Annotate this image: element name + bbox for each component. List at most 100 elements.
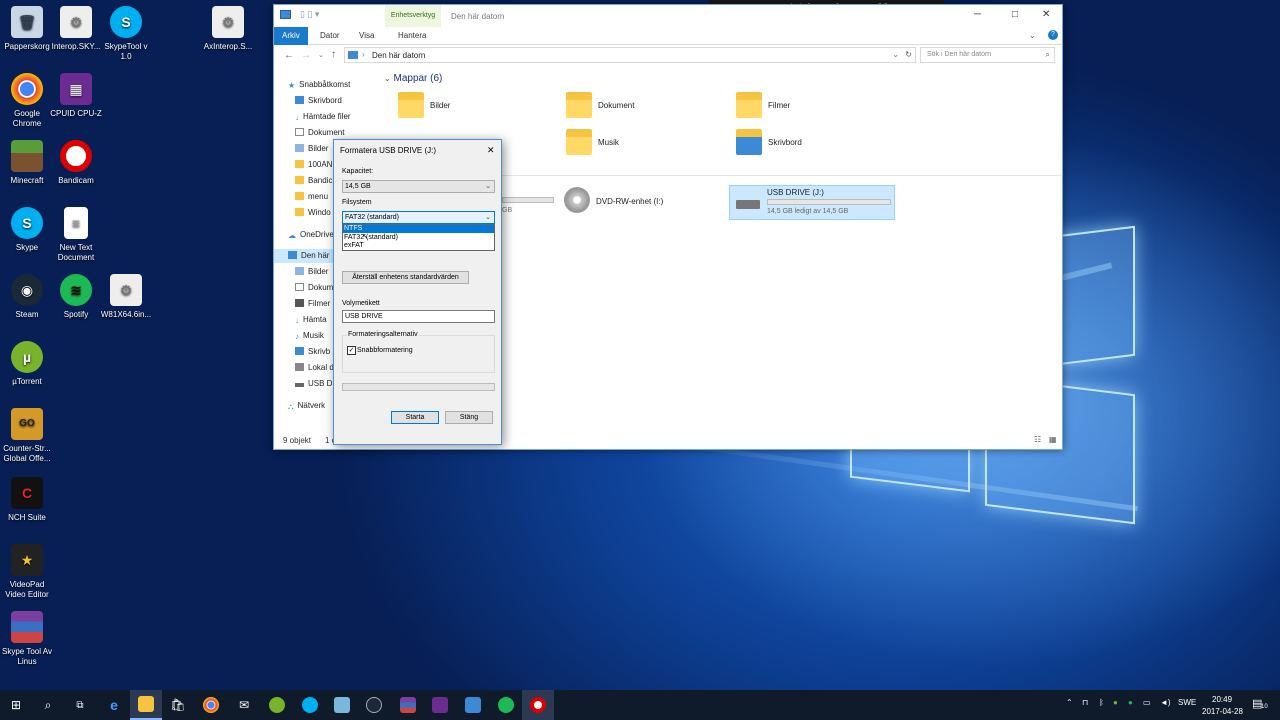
nav-hamtade-filer[interactable]: ↓ Hämtade filer (295, 110, 351, 124)
nav-dokument[interactable]: Dokument (295, 126, 344, 140)
minimize-icon[interactable]: ─ (974, 9, 981, 20)
tray-spotify-icon[interactable]: ● (1128, 698, 1133, 707)
drive-usb[interactable]: USB DRIVE (J:) 14,5 GB ledigt av 14,5 GB (729, 185, 895, 220)
nav-pc-usb[interactable]: USB DR (295, 377, 338, 391)
ribbon-expand-icon[interactable]: ⌄ (1029, 31, 1036, 40)
desktop-icon-skype[interactable]: S Skype (0, 207, 54, 253)
taskbar-app[interactable] (326, 690, 358, 720)
task-view-button[interactable]: ⧉ (64, 690, 96, 720)
search-box[interactable]: Sök i Den här datorn ⌕ (920, 47, 1055, 63)
details-view-icon[interactable]: ☷ (1034, 435, 1041, 444)
desktop-icon-steam[interactable]: ◉ Steam (0, 274, 54, 320)
start-button[interactable]: ⊞ (0, 690, 32, 720)
desktop-icon-skype-tool[interactable]: Skype Tool Av Linus (0, 611, 54, 667)
taskbar-defender[interactable] (457, 690, 489, 720)
tray-volume-icon[interactable]: ◄) (1160, 698, 1171, 707)
taskbar-skype[interactable] (294, 690, 326, 720)
language-indicator[interactable]: SWE (1178, 698, 1196, 707)
nav-network[interactable]: ⛬ Nätverk (288, 399, 325, 413)
section-header[interactable]: ⌄ Mappar (6) (384, 73, 442, 84)
nav-pc-lokal-disk[interactable]: Lokal d (295, 361, 334, 375)
desktop-icon-skypetool[interactable]: S SkypeTool v 1.0 (99, 6, 153, 62)
address-bar[interactable]: › Den här datorn ⌄ ↻ (344, 47, 916, 63)
nav-pc-dokument[interactable]: Dokum (295, 281, 333, 295)
tray-up-icon[interactable]: ⌃ (1066, 698, 1073, 707)
desktop-icon-new-text-document[interactable]: ≡ New Text Document (49, 207, 103, 263)
tab-hantera[interactable]: Hantera (390, 27, 434, 45)
start-button[interactable]: Starta (391, 411, 439, 424)
taskbar-spotify[interactable] (490, 690, 522, 720)
address-dropdown-icon[interactable]: ⌄ (892, 50, 899, 59)
filesystem-select[interactable]: FAT32 (standard) ⌄ (342, 211, 495, 224)
desktop-icon-w81x64[interactable]: ⚙ W81X64.6in... (99, 274, 153, 320)
tab-arkiv[interactable]: Arkiv (274, 27, 308, 45)
taskbar-chrome[interactable] (195, 690, 227, 720)
desktop-icon-minecraft[interactable]: Minecraft (0, 140, 54, 186)
nav-pc-skrivbord[interactable]: Skrivb (295, 345, 330, 359)
taskbar-bandicam[interactable] (522, 690, 554, 720)
search-input[interactable]: Sök i Den här datorn (927, 51, 991, 58)
clock-date[interactable]: 2017-04-28 (1202, 707, 1243, 716)
desktop-icon-cpuz[interactable]: ▦ CPUID CPU-Z (49, 73, 103, 119)
taskbar-utorrent[interactable] (261, 690, 293, 720)
refresh-icon[interactable]: ↻ (905, 50, 912, 59)
close-icon[interactable]: ✕ (1042, 9, 1050, 20)
nav-label: OneDrive (300, 230, 334, 239)
taskbar-mail[interactable]: ✉ (228, 690, 260, 720)
nav-pc-hamtade[interactable]: ↓ Hämta (295, 313, 327, 327)
nav-pc-musik[interactable]: ♪ Musik (295, 329, 324, 343)
quick-format-checkbox[interactable]: ✓ (347, 346, 356, 355)
tray-network-icon[interactable]: ▭ (1143, 698, 1151, 707)
nav-100an[interactable]: 100AN (295, 158, 332, 172)
volume-field[interactable]: USB DRIVE (342, 310, 495, 323)
nav-pc-bilder[interactable]: Bilder (295, 265, 328, 279)
taskbar-winrar[interactable] (392, 690, 424, 720)
forward-icon[interactable]: → (301, 50, 311, 61)
desktop-icon-nch-suite[interactable]: C NCH Suite (0, 477, 54, 523)
desktop-icon-bandicam[interactable]: Bandicam (49, 140, 103, 186)
tray-bluetooth-icon[interactable]: ᛒ (1099, 698, 1104, 707)
nav-menu[interactable]: menu (295, 190, 328, 204)
taskbar-store[interactable]: 🛍 (162, 690, 194, 720)
desktop-icon-utorrent[interactable]: µ µTorrent (0, 341, 54, 387)
tiles-view-icon[interactable]: ▦ (1049, 435, 1057, 444)
taskbar-edge[interactable]: e (98, 690, 130, 720)
up-icon[interactable]: ↑ (331, 49, 336, 60)
desktop-icon-axinterop[interactable]: ⚙ AxInterop.S... (201, 6, 255, 52)
nav-this-pc[interactable]: Den här (274, 249, 334, 263)
folder-label: Filmer (768, 101, 791, 110)
help-icon[interactable]: ? (1048, 30, 1058, 40)
option-exfat[interactable]: exFAT (343, 242, 494, 250)
nav-pc-filmer[interactable]: Filmer (295, 297, 330, 311)
nav-windo[interactable]: Windo (295, 206, 331, 220)
clock-time[interactable]: 20:49 (1212, 695, 1232, 704)
restore-defaults-button[interactable]: Återställ enhetens standardvärden (342, 271, 469, 284)
taskbar-explorer[interactable] (130, 690, 162, 720)
nav-skrivbord[interactable]: Skrivbord (295, 94, 342, 108)
close-icon[interactable]: ✕ (487, 145, 495, 156)
desktop-icon-csgo[interactable]: GO Counter-Str... Global Offe... (0, 408, 54, 464)
desktop-icon-spotify[interactable]: ≋ Spotify (49, 274, 103, 320)
close-button[interactable]: Stäng (445, 411, 493, 424)
recent-icon[interactable]: ⌄ (318, 51, 324, 59)
desktop-icon-recycle-bin[interactable]: 🗑 Papperskorg (0, 6, 54, 52)
capacity-select[interactable]: 14,5 GB ⌄ (342, 180, 495, 193)
tab-dator[interactable]: Dator (312, 27, 348, 45)
tray-utorrent-icon[interactable]: ● (1113, 698, 1118, 707)
taskbar-steam[interactable] (358, 690, 390, 720)
desktop-icon-chrome[interactable]: Google Chrome (0, 73, 54, 129)
nav-bandic[interactable]: Bandic (295, 174, 332, 188)
desktop-icon-videopad[interactable]: ★ VideoPad Video Editor (0, 544, 54, 600)
back-icon[interactable]: ← (284, 50, 294, 61)
qat-icon[interactable]: ▯ ▯ ▾ (300, 9, 319, 20)
maximize-icon[interactable]: □ (1012, 9, 1018, 20)
tab-visa[interactable]: Visa (351, 27, 382, 45)
nav-onedrive[interactable]: ☁ OneDrive (288, 228, 334, 242)
nav-quick-access[interactable]: ★ Snabbåtkomst (288, 78, 350, 92)
search-button[interactable]: ⌕ (32, 690, 64, 720)
tray-usb-icon[interactable]: ⊓ (1082, 698, 1088, 707)
nav-bilder[interactable]: Bilder (295, 142, 328, 156)
desktop-icon-interop[interactable]: ⚙ Interop.SKY... (49, 6, 103, 52)
desktop-icon-label: Steam (15, 310, 39, 319)
taskbar-cpuz[interactable] (424, 690, 456, 720)
